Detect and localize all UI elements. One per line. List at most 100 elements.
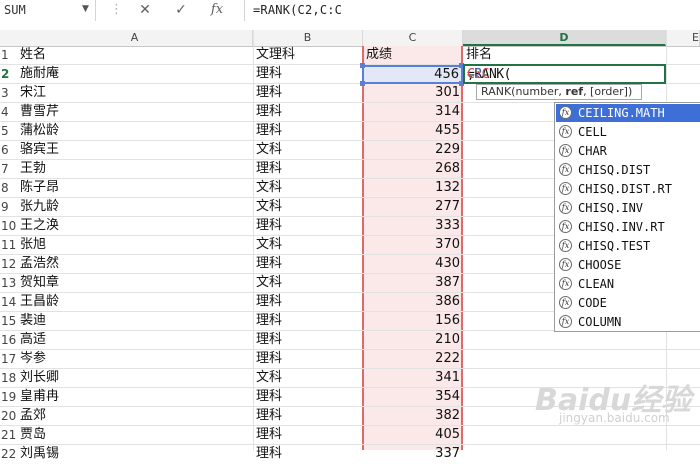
- row-header[interactable]: 20: [0, 407, 17, 425]
- autocomplete-item[interactable]: fx CHISQ.DIST.RT: [556, 180, 700, 198]
- autocomplete-item[interactable]: fx CLEAN: [556, 275, 700, 293]
- enter-button[interactable]: ✓: [168, 0, 194, 21]
- cell-type[interactable]: 文科: [256, 236, 282, 254]
- cell-header-type[interactable]: 文理科: [256, 46, 295, 64]
- cell-score[interactable]: 301: [363, 84, 460, 102]
- cell-name[interactable]: 岑参: [20, 350, 46, 368]
- autocomplete-item[interactable]: fx CODE: [556, 294, 700, 312]
- column-header-e[interactable]: E: [666, 30, 700, 46]
- row-header[interactable]: 19: [0, 388, 17, 406]
- cell-type[interactable]: 文科: [256, 369, 282, 387]
- cell-score[interactable]: 229: [363, 141, 460, 159]
- row-header[interactable]: 15: [0, 312, 17, 330]
- cell-score[interactable]: 277: [363, 198, 460, 216]
- cell-name[interactable]: 王之涣: [20, 217, 59, 235]
- row-header[interactable]: 12: [0, 255, 17, 273]
- cell-score[interactable]: 405: [363, 426, 460, 444]
- cell-name[interactable]: 孟郊: [20, 407, 46, 425]
- cell-name[interactable]: 王勃: [20, 160, 46, 178]
- row-header[interactable]: 18: [0, 369, 17, 387]
- row-header[interactable]: 11: [0, 236, 17, 254]
- tooltip-bold-arg[interactable]: ref: [565, 85, 583, 98]
- cell-name[interactable]: 施耐庵: [20, 65, 59, 83]
- select-all-corner[interactable]: [0, 30, 17, 46]
- cell-type[interactable]: 理科: [256, 255, 282, 273]
- autocomplete-item[interactable]: fx CELL: [556, 123, 700, 141]
- cell-name[interactable]: 皇甫冉: [20, 388, 59, 406]
- cell-name[interactable]: 张旭: [20, 236, 46, 254]
- autocomplete-item[interactable]: fx CHOOSE: [556, 256, 700, 274]
- column-header-b[interactable]: B: [253, 30, 363, 46]
- cell-name[interactable]: 高适: [20, 331, 46, 349]
- cell-type[interactable]: 理科: [256, 65, 282, 83]
- cell-type[interactable]: 理科: [256, 217, 282, 235]
- column-header-d[interactable]: D: [463, 30, 666, 46]
- cell-score[interactable]: 386: [363, 293, 460, 311]
- cell-score[interactable]: 156: [363, 312, 460, 330]
- cell-name[interactable]: 蒲松龄: [20, 122, 59, 140]
- cell-score[interactable]: 333: [363, 217, 460, 235]
- cell-type[interactable]: 理科: [256, 331, 282, 349]
- cell-score[interactable]: 370: [363, 236, 460, 254]
- cell-score[interactable]: 382: [363, 407, 460, 425]
- cell-name[interactable]: 贾岛: [20, 426, 46, 444]
- row-header[interactable]: 6: [0, 141, 17, 159]
- autocomplete-list[interactable]: fx CEILING.MATH fx CELL fx CHAR fx CHISQ.DIS…: [554, 102, 700, 332]
- cell-name[interactable]: 王昌龄: [20, 293, 59, 311]
- cell-type[interactable]: 理科: [256, 293, 282, 311]
- autocomplete-item[interactable]: fx CHISQ.TEST: [556, 237, 700, 255]
- autocomplete-item[interactable]: fx CHISQ.INV.RT: [556, 218, 700, 236]
- cell-name[interactable]: 刘禹锡: [20, 445, 59, 463]
- row-header[interactable]: 1: [0, 46, 17, 64]
- row-header[interactable]: 3: [0, 84, 17, 102]
- cell-type[interactable]: 理科: [256, 445, 282, 463]
- autocomplete-item[interactable]: fx CHISQ.INV: [556, 199, 700, 217]
- cell-type[interactable]: 理科: [256, 350, 282, 368]
- cell-name[interactable]: 骆宾王: [20, 141, 59, 159]
- column-header-a[interactable]: A: [17, 30, 253, 46]
- cell-name[interactable]: 刘长卿: [20, 369, 59, 387]
- cell-type[interactable]: 理科: [256, 426, 282, 444]
- cell-name[interactable]: 曹雪芹: [20, 103, 59, 121]
- cell-score[interactable]: 354: [363, 388, 460, 406]
- row-header[interactable]: 14: [0, 293, 17, 311]
- cell-name[interactable]: 陈子昂: [20, 179, 59, 197]
- cell-type[interactable]: 理科: [256, 160, 282, 178]
- cell-type[interactable]: 理科: [256, 122, 282, 140]
- cell-score[interactable]: 132: [363, 179, 460, 197]
- cell-type[interactable]: 文科: [256, 198, 282, 216]
- row-header[interactable]: 2: [0, 65, 17, 83]
- cell-name[interactable]: 裴迪: [20, 312, 46, 330]
- tooltip-func[interactable]: RANK(number,: [481, 85, 565, 98]
- cell-type[interactable]: 文科: [256, 141, 282, 159]
- cell-score[interactable]: 455: [363, 122, 460, 140]
- row-header[interactable]: 10: [0, 217, 17, 235]
- insert-function-button[interactable]: fx: [204, 0, 230, 21]
- cell-score[interactable]: 430: [363, 255, 460, 273]
- cell-header-name[interactable]: 姓名: [20, 46, 46, 64]
- cell-type[interactable]: 理科: [256, 84, 282, 102]
- cell-name[interactable]: 贺知章: [20, 274, 59, 292]
- row-header[interactable]: 7: [0, 160, 17, 178]
- cell-name[interactable]: 宋江: [20, 84, 46, 102]
- row-header[interactable]: 13: [0, 274, 17, 292]
- cell-score[interactable]: 337: [363, 445, 460, 463]
- active-cell-d2[interactable]: =RANK(C2, C:C: [463, 64, 666, 84]
- autocomplete-item[interactable]: fx COLUMN: [556, 313, 700, 331]
- resize-handle[interactable]: [360, 81, 365, 86]
- autocomplete-item[interactable]: fx CHAR: [556, 142, 700, 160]
- row-header[interactable]: 8: [0, 179, 17, 197]
- cell-score[interactable]: 210: [363, 331, 460, 349]
- row-header[interactable]: 21: [0, 426, 17, 444]
- cell-score[interactable]: 387: [363, 274, 460, 292]
- row-header[interactable]: 17: [0, 350, 17, 368]
- cell-type[interactable]: 文科: [256, 179, 282, 197]
- cell-type[interactable]: 理科: [256, 388, 282, 406]
- range-highlight-c2[interactable]: 456: [362, 65, 463, 84]
- row-header[interactable]: 5: [0, 122, 17, 140]
- resize-handle[interactable]: [360, 63, 365, 68]
- chevron-down-icon[interactable]: ▼: [82, 4, 89, 14]
- cell-score[interactable]: 341: [363, 369, 460, 387]
- name-box[interactable]: SUM ▼: [0, 0, 96, 21]
- row-header[interactable]: 16: [0, 331, 17, 349]
